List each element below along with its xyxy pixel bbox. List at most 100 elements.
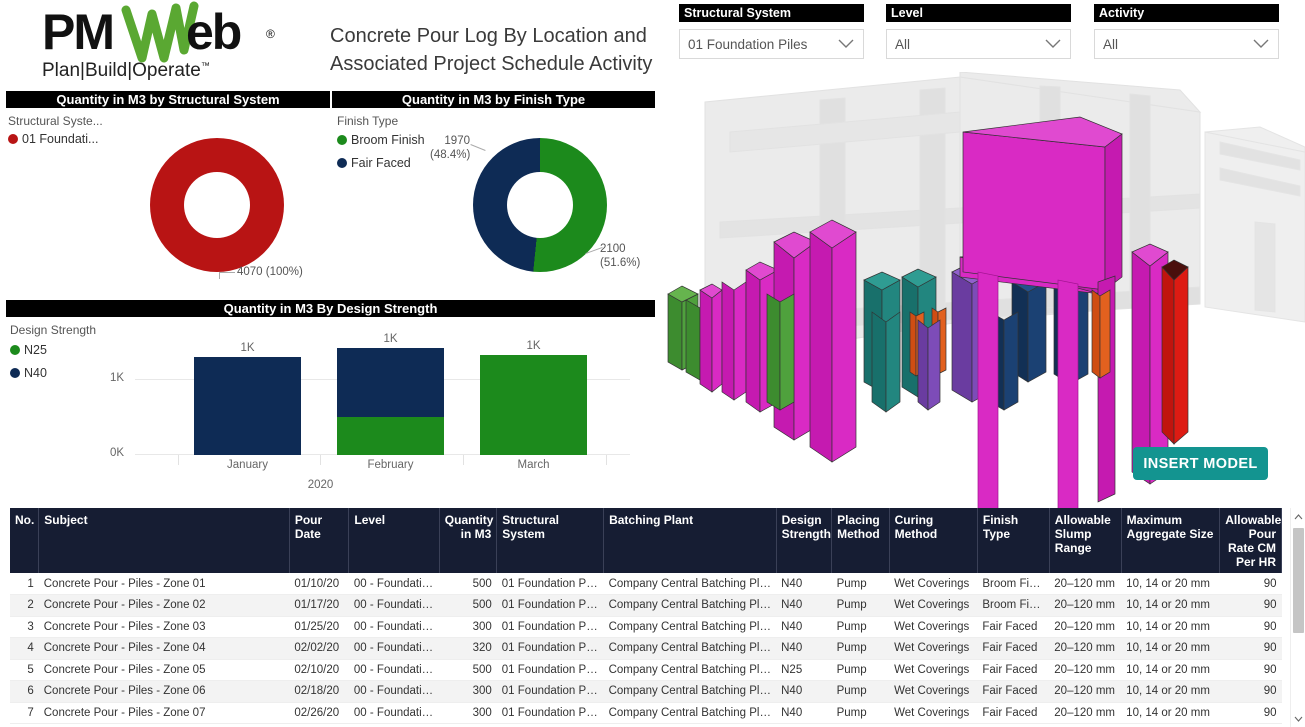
cell-design_strength: N40: [776, 702, 832, 724]
donut-percent: (51.6%): [600, 257, 641, 269]
scrollbar-thumb[interactable]: [1293, 528, 1304, 633]
cell-quantity: 320: [439, 637, 497, 660]
cell-curing_method: Wet Coverings: [889, 573, 978, 595]
legend-label: 01 Foundati...: [22, 132, 99, 146]
donut-percent: (48.4%): [430, 149, 471, 161]
filter-level-value: All: [895, 36, 911, 52]
column-header-slump-range[interactable]: Allowable Slump Range: [1049, 508, 1122, 573]
bim-model-graphic: [667, 72, 1305, 510]
cell-no: 1: [10, 573, 39, 595]
insert-model-button[interactable]: INSERT MODEL: [1133, 447, 1268, 480]
filter-structural-system: Structural System 01 Foundation Piles: [679, 4, 864, 59]
cell-level: 00 - Foundations: [348, 573, 440, 595]
legend-item-finish-type-0[interactable]: Broom Finish: [337, 133, 425, 147]
donut-chart-structural-system[interactable]: [150, 138, 284, 272]
axis-tick: [463, 455, 464, 465]
column-header-design-strength[interactable]: Design Strength: [776, 508, 833, 573]
cell-curing_method: Wet Coverings: [889, 702, 978, 724]
column-header-subject[interactable]: Subject: [38, 508, 290, 573]
cell-slump_range: 20–120 mm: [1049, 573, 1122, 595]
filter-structural-system-dropdown[interactable]: 01 Foundation Piles: [679, 29, 864, 59]
cell-curing_method: Wet Coverings: [889, 680, 978, 703]
cell-no: 7: [10, 702, 39, 724]
chevron-down-icon[interactable]: [838, 39, 854, 49]
cell-level: 00 - Foundations: [348, 616, 440, 638]
column-header-no[interactable]: No.: [10, 508, 40, 573]
bar-february[interactable]: [337, 348, 444, 455]
table-scrollbar[interactable]: [1290, 508, 1305, 727]
table-row[interactable]: 2 Concrete Pour - Piles - Zone 02 01/17/20…: [10, 594, 1282, 617]
donut-data-label-fair-faced: 1970 (48.4%): [430, 134, 470, 162]
bar-total-march: 1K: [526, 340, 541, 352]
filter-level: Level All: [886, 4, 1071, 59]
bar-total-february: 1K: [383, 333, 398, 345]
bar-january[interactable]: [194, 357, 301, 455]
legend-item-finish-type-1[interactable]: Fair Faced: [337, 156, 411, 170]
column-header-pour-date[interactable]: Pour Date: [289, 508, 350, 573]
cell-placing_method: Pump: [831, 573, 890, 595]
bar-march[interactable]: [480, 355, 587, 455]
bar-segment-n40: [194, 357, 301, 455]
cell-finish_type: Broom Finish: [977, 594, 1050, 617]
table-row[interactable]: 7 Concrete Pour - Piles - Zone 07 02/26/20…: [10, 702, 1282, 724]
page-title-line1: Concrete Pour Log By Location and: [330, 25, 647, 47]
legend-item-design-strength-n40[interactable]: N40: [10, 366, 47, 380]
table-row[interactable]: 5 Concrete Pour - Piles - Zone 05 02/10/20…: [10, 659, 1282, 681]
cell-batching_plant: Company Central Batching Plant: [603, 702, 777, 724]
dashboard-page: PM eb ® Plan|Build|Operate™ Concrete Pou…: [0, 0, 1305, 727]
chevron-down-icon[interactable]: [1291, 710, 1305, 727]
ytick-label-1k: 1K: [110, 372, 125, 384]
cell-no: 6: [10, 680, 39, 703]
filter-activity-dropdown[interactable]: All: [1094, 29, 1279, 59]
cell-aggregate_size: 10, 14 or 20 mm: [1121, 616, 1220, 638]
bar-segment-n25: [337, 417, 444, 455]
legend-item-structural-system-0[interactable]: 01 Foundati...: [8, 132, 98, 146]
donut-value: 2100: [600, 243, 626, 255]
logo-wordmark: PM eb ®: [34, 1, 294, 63]
bim-model-viewport[interactable]: [660, 72, 1305, 510]
table-row[interactable]: 4 Concrete Pour - Piles - Zone 04 02/02/20…: [10, 637, 1282, 660]
cell-subject: Concrete Pour - Piles - Zone 04: [38, 637, 290, 660]
cell-structural_system: 01 Foundation Piles: [496, 637, 604, 660]
column-header-pour-rate[interactable]: Allowable Pour Rate CM Per HR: [1219, 508, 1282, 573]
column-header-structural-system[interactable]: Structural System: [496, 508, 605, 573]
pour-log-table-container[interactable]: No. Subject Pour Date Level Quantity in …: [10, 508, 1296, 727]
chevron-down-icon[interactable]: [1253, 39, 1269, 49]
cell-subject: Concrete Pour - Piles - Zone 03: [38, 616, 290, 638]
page-title-line2: Associated Project Schedule Activity: [330, 53, 653, 75]
column-header-level[interactable]: Level: [348, 508, 440, 573]
column-header-aggregate-size[interactable]: Maximum Aggregate Size: [1121, 508, 1221, 573]
cell-pour_rate: 90: [1219, 702, 1282, 724]
cell-finish_type: Fair Faced: [977, 637, 1050, 660]
column-header-quantity[interactable]: Quantity in M3: [439, 508, 498, 573]
cell-batching_plant: Company Central Batching Plant: [603, 659, 777, 681]
cell-batching_plant: Company Central Batching Plant: [603, 616, 777, 638]
filter-level-dropdown[interactable]: All: [886, 29, 1071, 59]
legend-swatch-icon: [337, 158, 347, 168]
cell-placing_method: Pump: [831, 637, 890, 660]
table-row[interactable]: 1 Concrete Pour - Piles - Zone 01 01/10/20…: [10, 573, 1282, 595]
column-header-curing-method[interactable]: Curing Method: [889, 508, 978, 573]
table-row[interactable]: 6 Concrete Pour - Piles - Zone 06 02/18/20…: [10, 680, 1282, 703]
donut-leader-line: [219, 272, 235, 273]
cell-design_strength: N40: [776, 637, 832, 660]
pile-group-magenta-tall: [766, 219, 857, 463]
pile-group-orange-right: [1091, 289, 1111, 379]
filter-activity-label: Activity: [1094, 4, 1279, 22]
chevron-down-icon[interactable]: [1045, 39, 1061, 49]
chevron-up-icon[interactable]: [1291, 508, 1305, 525]
cell-pour_date: 01/17/20: [289, 594, 349, 617]
table-row[interactable]: 3 Concrete Pour - Piles - Zone 03 01/25/20…: [10, 616, 1282, 638]
column-header-finish-type[interactable]: Finish Type: [977, 508, 1050, 573]
cell-curing_method: Wet Coverings: [889, 594, 978, 617]
column-header-batching-plant[interactable]: Batching Plant: [603, 508, 777, 573]
cell-quantity: 300: [439, 680, 497, 703]
donut-hole: [507, 172, 573, 238]
pmweb-logo: PM eb ® Plan|Build|Operate™: [34, 1, 294, 84]
column-header-placing-method[interactable]: Placing Method: [831, 508, 890, 573]
cell-subject: Concrete Pour - Piles - Zone 07: [38, 702, 290, 724]
pour-log-table: No. Subject Pour Date Level Quantity in …: [10, 508, 1282, 724]
cell-placing_method: Pump: [831, 594, 890, 617]
legend-item-design-strength-n25[interactable]: N25: [10, 343, 47, 357]
panel-header-finish-type: Quantity in M3 by Finish Type: [332, 91, 655, 108]
